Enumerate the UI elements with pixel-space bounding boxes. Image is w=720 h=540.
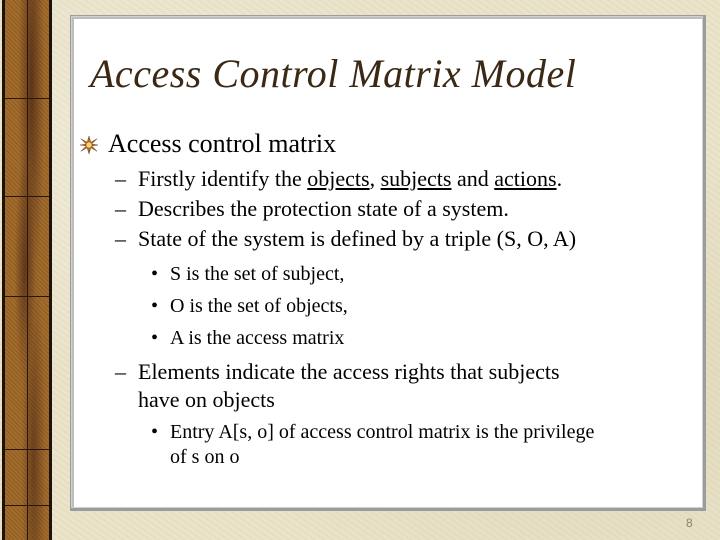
underlined-actions: actions [494,166,557,191]
sub-item-identify: – Firstly identify the objects, subjects… [78,164,688,194]
bullet-text: Access control matrix [108,129,337,158]
sub-item-text: State of the system is defined by a trip… [138,226,577,251]
triple-item-s: • S is the set of subject, [78,258,688,290]
dot-marker: • [151,295,159,317]
star-burst-icon [80,136,98,154]
strip-grid-line [5,196,49,197]
dash-marker: – [115,226,126,251]
underlined-subjects: subjects [380,166,452,191]
decorative-left-strip [2,0,52,540]
sub-item-text-line1: Elements indicate the access rights that… [138,359,560,384]
bullet-level1: Access control matrix [78,128,688,160]
dash-marker: – [115,196,126,221]
triple-text: S is the set of subject, [170,263,345,285]
entry-item: • Entry A[s, o] of access control matrix… [78,420,688,470]
dot-marker: • [151,263,159,285]
strip-grid-line [5,449,49,450]
strip-grid-line [5,98,49,99]
strip-grid-line [5,505,49,506]
sub-item-describes: – Describes the protection state of a sy… [78,194,688,224]
entry-text-line1: Entry A[s, o] of access control matrix i… [170,421,595,443]
page-number: 8 [686,516,693,530]
underlined-objects: objects [307,166,370,191]
dash-marker: – [115,166,126,191]
triple-item-o: • O is the set of objects, [78,290,688,322]
text: . [556,166,563,191]
dash-marker: – [115,359,126,384]
sub-item-state: – State of the system is defined by a tr… [78,224,688,254]
triple-text: O is the set of objects, [170,295,348,317]
text: , [369,166,381,191]
sub-item-text: Describes the protection state of a syst… [138,196,509,221]
slide-title: Access Control Matrix Model [90,51,577,96]
strip-grid-line [27,0,28,540]
sub-item-elements: – Elements indicate the access rights th… [78,358,688,414]
triple-item-a: • A is the access matrix [78,322,688,354]
triple-text: A is the access matrix [170,327,345,349]
dot-marker: • [151,421,159,443]
entry-text-line2: of s on o [170,446,240,468]
dot-marker: • [151,327,159,349]
strip-grid-line [5,296,49,297]
text: Firstly identify the [138,166,308,191]
slide-content: Access control matrix – Firstly identify… [78,128,688,470]
sub-item-text-line2: have on objects [138,387,275,412]
text: and [451,166,495,191]
